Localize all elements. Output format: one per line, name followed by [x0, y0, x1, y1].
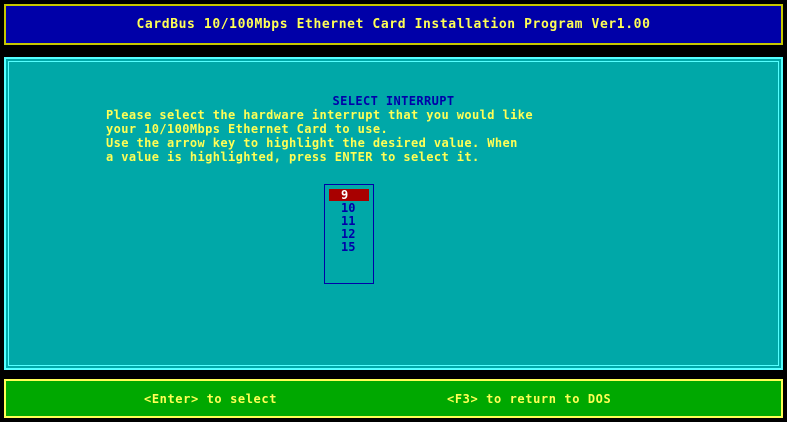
return-to-dos-hint[interactable]: <F3> to return to DOS [447, 392, 611, 406]
instruction-line: a value is highlighted, press ENTER to s… [106, 150, 480, 164]
title-bar: CardBus 10/100Mbps Ethernet Card Install… [4, 4, 783, 45]
app-title: CardBus 10/100Mbps Ethernet Card Install… [136, 17, 651, 32]
enter-select-hint[interactable]: <Enter> to select [144, 392, 277, 406]
main-panel-inner-border: SELECT INTERRUPT Please select the hardw… [8, 61, 779, 366]
interrupt-option[interactable]: 15 [329, 241, 369, 253]
instruction-line: Please select the hardware interrupt tha… [106, 108, 533, 122]
section-title: SELECT INTERRUPT [332, 94, 455, 108]
instructions-text: Please select the hardware interrupt tha… [106, 108, 533, 164]
interrupt-option[interactable]: 11 [329, 215, 369, 227]
footer-bar: <Enter> to select <F3> to return to DOS [4, 379, 783, 418]
instruction-line: your 10/100Mbps Ethernet Card to use. [106, 122, 389, 136]
instruction-line: Use the arrow key to highlight the desir… [106, 136, 518, 150]
interrupt-option[interactable]: 10 [329, 202, 369, 214]
interrupt-list[interactable]: 9 10 11 12 15 [324, 184, 374, 284]
main-panel: SELECT INTERRUPT Please select the hardw… [4, 57, 783, 370]
interrupt-option[interactable]: 12 [329, 228, 369, 240]
interrupt-option-selected[interactable]: 9 [329, 189, 369, 201]
